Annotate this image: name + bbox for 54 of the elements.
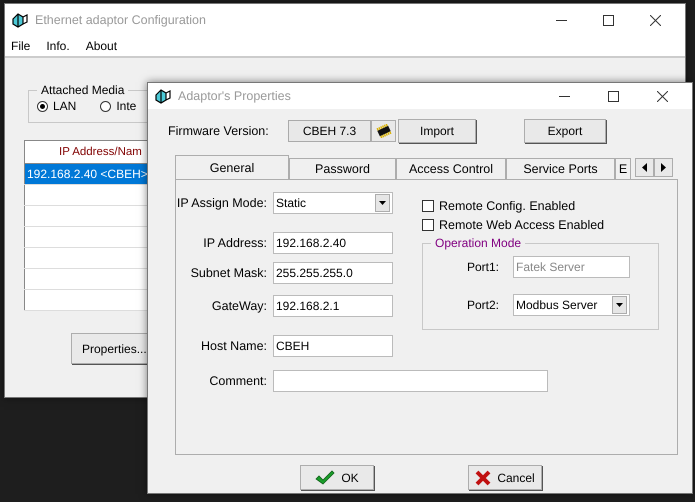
radio-label: Inte bbox=[116, 99, 136, 113]
caret-icon[interactable] bbox=[612, 296, 627, 314]
checkbox[interactable] bbox=[422, 218, 434, 230]
tab[interactable]: General bbox=[175, 155, 289, 179]
caret-icon[interactable] bbox=[375, 194, 390, 212]
tab[interactable]: E bbox=[615, 158, 631, 179]
firmware-value: CBEH 7.3 bbox=[288, 120, 371, 142]
maximize-icon[interactable] bbox=[608, 90, 619, 102]
tab[interactable]: Service Ports bbox=[506, 158, 615, 179]
field-label: Subnet Mask: bbox=[190, 266, 268, 280]
cancel-button[interactable]: Cancel bbox=[468, 465, 542, 490]
close-icon[interactable] bbox=[657, 90, 668, 102]
app-icon bbox=[154, 87, 172, 105]
tab[interactable]: Password bbox=[289, 158, 396, 179]
ok-button[interactable]: OK bbox=[300, 465, 374, 490]
field-label: IP Address: bbox=[202, 236, 268, 250]
field-label: Port1: bbox=[466, 260, 500, 274]
menu-item[interactable]: About bbox=[86, 39, 118, 53]
input-field[interactable]: 192.168.2.1 bbox=[273, 295, 393, 317]
radio-label: LAN bbox=[53, 99, 76, 113]
chip-icon[interactable] bbox=[376, 124, 392, 138]
menu-item[interactable]: Info. bbox=[46, 39, 70, 53]
cross-icon bbox=[475, 470, 492, 486]
field-label: IP Assign Mode: bbox=[176, 196, 268, 210]
check-icon bbox=[315, 470, 336, 486]
group-title: Attached Media bbox=[40, 83, 126, 97]
input-field[interactable]: 192.168.2.40 bbox=[273, 232, 393, 254]
maximize-icon[interactable] bbox=[603, 14, 614, 26]
dialog-title: Adaptor's Properties bbox=[178, 89, 292, 103]
checkbox-label: Remote Config. Enabled bbox=[439, 198, 576, 212]
field-label: Port2: bbox=[466, 298, 500, 312]
firmware-label: Firmware Version: bbox=[168, 124, 270, 138]
checkbox-label: Remote Web Access Enabled bbox=[439, 218, 604, 232]
window-title: Ethernet adaptor Configuration bbox=[35, 13, 207, 27]
dropdown[interactable]: Static bbox=[273, 192, 393, 214]
import-button[interactable]: Import bbox=[398, 119, 476, 143]
group-title: Operation Mode bbox=[434, 236, 522, 250]
input-field[interactable] bbox=[273, 370, 548, 392]
menu-item[interactable]: File bbox=[11, 39, 30, 53]
field-label: Host Name: bbox=[200, 339, 268, 353]
input-field[interactable]: CBEH bbox=[273, 335, 393, 357]
scroll-left-icon[interactable] bbox=[635, 158, 654, 177]
field-label: GateWay: bbox=[210, 299, 268, 313]
close-icon[interactable] bbox=[650, 14, 661, 26]
scroll-right-icon[interactable] bbox=[654, 158, 673, 177]
export-button[interactable]: Export bbox=[524, 119, 606, 143]
dropdown[interactable]: Modbus Server bbox=[513, 294, 630, 316]
tab[interactable]: Access Control bbox=[396, 158, 506, 179]
input-field[interactable]: 255.255.255.0 bbox=[273, 262, 393, 284]
radio-button[interactable] bbox=[100, 100, 112, 112]
radio-button[interactable] bbox=[37, 100, 48, 112]
checkbox[interactable] bbox=[422, 200, 434, 212]
field-label: Comment: bbox=[208, 374, 268, 388]
app-icon bbox=[11, 11, 29, 29]
